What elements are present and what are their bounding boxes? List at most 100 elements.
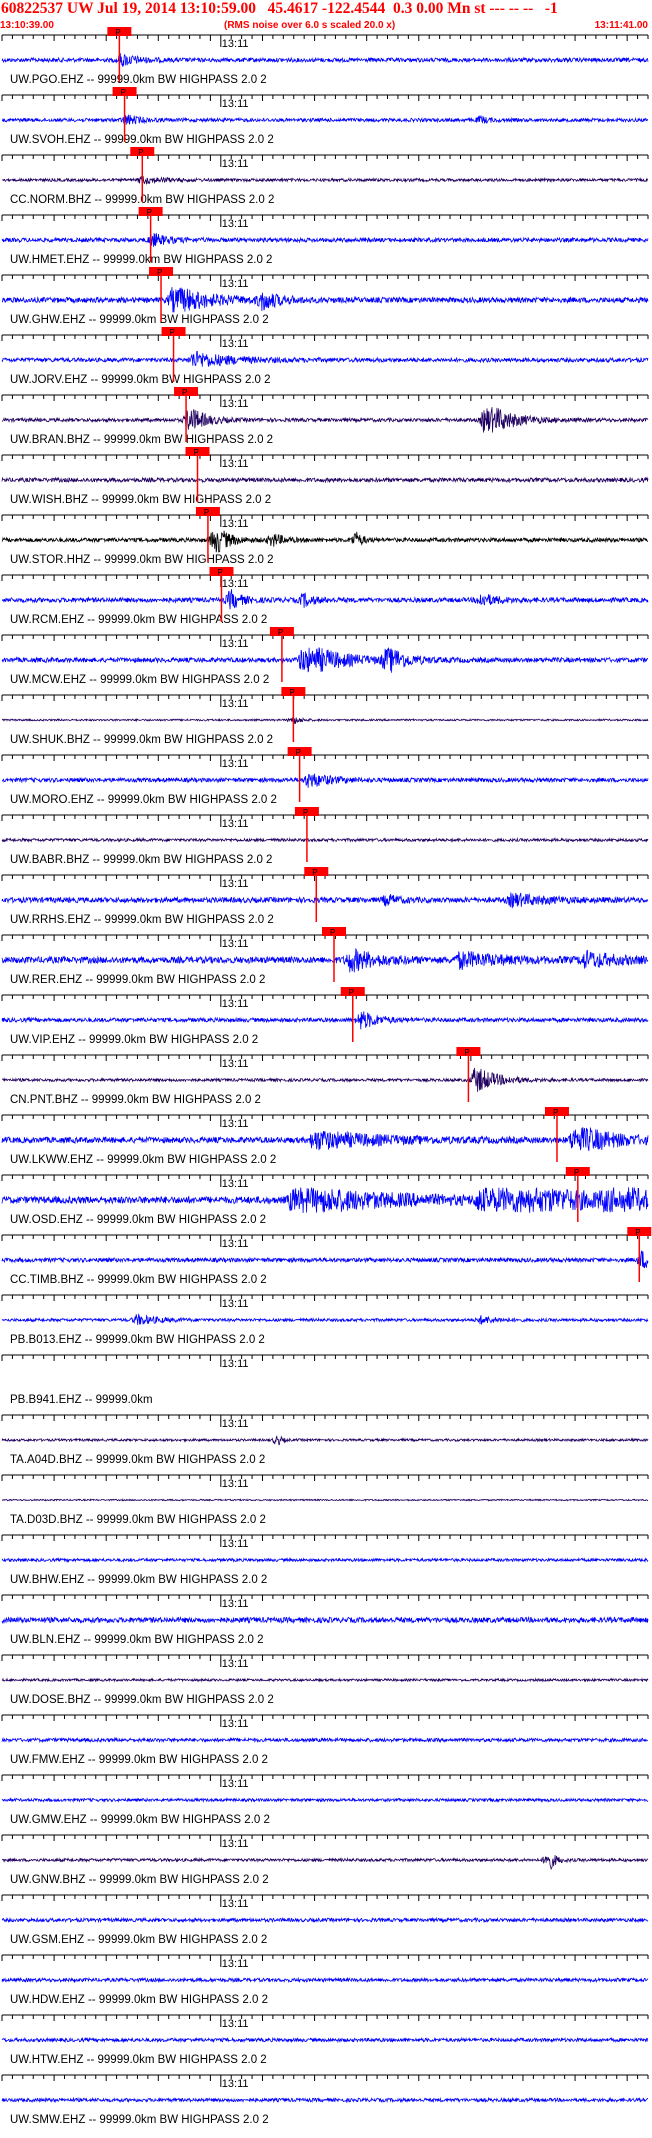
- minute-tick-label: 13:11: [222, 1418, 249, 1430]
- waveform-trace: [1, 2096, 649, 2104]
- pick-label: P: [349, 988, 354, 997]
- pick-label: P: [170, 328, 175, 337]
- pick-label: P: [574, 1168, 579, 1177]
- pick-label: P: [115, 28, 120, 37]
- minute-tick-label: 13:11: [222, 278, 249, 290]
- channel-label: UW.WISH.BHZ -- 99999.0km BW HIGHPASS 2.0…: [10, 494, 271, 506]
- minute-tick-label: 13:11: [222, 1238, 249, 1250]
- seismogram-plot: 13:11 UW.PGO.EHZ -- 99999.0km BW HIGHPASS…: [1, 27, 652, 2126]
- waveform-trace: [1, 773, 649, 788]
- minute-tick-label: 13:11: [222, 98, 249, 110]
- minute-tick-label: 13:11: [222, 1658, 249, 1670]
- minute-tick-label: 13:11: [222, 1958, 249, 1970]
- minute-tick-label: 13:11: [222, 518, 249, 530]
- waveform-trace: [1, 114, 649, 125]
- minute-tick-label: 13:11: [222, 1598, 249, 1610]
- minute-tick-label: 13:11: [222, 1538, 249, 1550]
- minute-tick-label: 13:11: [222, 1058, 249, 1070]
- waveform-trace: [1, 53, 649, 67]
- pick-label: P: [182, 388, 187, 397]
- channel-label: UW.JORV.EHZ -- 99999.0km BW HIGHPASS 2.0…: [10, 374, 271, 386]
- waveform-trace: [1, 1916, 649, 1924]
- waveform-trace: [1, 1615, 649, 1625]
- pick-label: P: [303, 808, 308, 817]
- waveform-trace: [1, 2036, 649, 2044]
- minute-tick-label: 13:11: [222, 1898, 249, 1910]
- channel-label: UW.GSM.EHZ -- 99999.0km BW HIGHPASS 2.0 …: [10, 1934, 267, 1946]
- waveform-trace: [1, 175, 649, 185]
- minute-tick-label: 13:11: [222, 218, 249, 230]
- minute-tick-label: 13:11: [222, 998, 249, 1010]
- minute-tick-label: 13:11: [222, 1178, 249, 1190]
- waveform-trace: [1, 892, 649, 909]
- waveform-trace: [2, 1855, 649, 1871]
- minute-tick-label: 13:11: [222, 1478, 249, 1490]
- channel-label: UW.HTW.EHZ -- 99999.0km BW HIGHPASS 2.0 …: [10, 2054, 267, 2066]
- waveform-trace: [1, 1498, 649, 1502]
- minute-tick-label: 13:11: [222, 1358, 249, 1370]
- waveform-trace: [1, 589, 649, 610]
- waveform-trace: [1, 1187, 649, 1213]
- waveform-trace: [1, 1011, 649, 1030]
- waveform-trace: [1, 407, 649, 433]
- minute-tick-label: 13:11: [222, 1118, 249, 1130]
- channel-label: CC.TIMB.BHZ -- 99999.0km BW HIGHPASS 2.0…: [10, 1274, 267, 1286]
- channel-label: UW.RER.EHZ -- 99999.0km BW HIGHPASS 2.0 …: [10, 974, 265, 986]
- channel-label: UW.HDW.EHZ -- 99999.0km BW HIGHPASS 2.0 …: [10, 1994, 268, 2006]
- pick-label: P: [464, 1048, 469, 1057]
- pick-label: P: [553, 1108, 558, 1117]
- channel-label: UW.DOSE.BHZ -- 99999.0km BW HIGHPASS 2.0…: [10, 1694, 274, 1706]
- minute-tick-label: 13:11: [222, 2018, 249, 2030]
- pick-label: P: [278, 628, 283, 637]
- minute-tick-label: 13:11: [222, 38, 249, 50]
- minute-tick-label: 13:11: [222, 1838, 249, 1850]
- channel-label: UW.SVOH.EHZ -- 99999.0km BW HIGHPASS 2.0…: [10, 134, 274, 146]
- channel-label: UW.STOR.HHZ -- 99999.0km BW HIGHPASS 2.0…: [10, 554, 274, 566]
- minute-tick-label: 13:11: [222, 1298, 249, 1310]
- minute-tick-label: 13:11: [222, 878, 249, 890]
- channel-label: UW.BABR.BHZ -- 99999.0km BW HIGHPASS 2.0…: [10, 854, 272, 866]
- pick-label: P: [312, 868, 317, 877]
- channel-label: UW.GNW.BHZ -- 99999.0km BW HIGHPASS 2.0 …: [10, 1874, 269, 1886]
- waveform-trace: [1, 1127, 649, 1151]
- minute-tick-label: 13:11: [222, 578, 249, 590]
- minute-tick-label: 13:11: [222, 2078, 249, 2090]
- pick-label: P: [330, 928, 335, 937]
- minute-tick-label: 13:11: [222, 758, 249, 770]
- pick-label: P: [121, 88, 126, 97]
- waveform-trace: [1, 1976, 649, 1984]
- pick-label: P: [204, 508, 209, 517]
- waveform-trace: [1, 836, 649, 843]
- waveform-trace: [1, 530, 649, 553]
- channel-label: TA.D03D.BHZ -- 99999.0km BW HIGHPASS 2.0…: [10, 1514, 266, 1526]
- pick-label: P: [217, 568, 222, 577]
- waveform-trace: [1, 1312, 649, 1325]
- channel-label: CN.PNT.BHZ -- 99999.0km BW HIGHPASS 2.0 …: [10, 1094, 261, 1106]
- channel-label: UW.HMET.EHZ -- 99999.0km BW HIGHPASS 2.0…: [10, 254, 272, 266]
- waveform-trace: [1, 350, 649, 367]
- pick-label: P: [635, 1228, 640, 1237]
- waveform-trace: [1, 1250, 649, 1269]
- channel-label: UW.OSD.EHZ -- 99999.0km BW HIGHPASS 2.0 …: [10, 1214, 266, 1226]
- minute-tick-label: 13:11: [222, 818, 249, 830]
- waveform-trace: [1, 1435, 649, 1446]
- minute-tick-label: 13:11: [222, 938, 249, 950]
- channel-label: UW.GMW.EHZ -- 99999.0km BW HIGHPASS 2.0 …: [10, 1814, 270, 1826]
- channel-label: UW.LKWW.EHZ -- 99999.0km BW HIGHPASS 2.0…: [10, 1154, 276, 1166]
- channel-label: UW.VIP.EHZ -- 99999.0km BW HIGHPASS 2.0 …: [10, 1034, 258, 1046]
- waveform-trace: [1, 1067, 649, 1092]
- channel-label: UW.FMW.EHZ -- 99999.0km BW HIGHPASS 2.0 …: [10, 1754, 268, 1766]
- channel-label: TA.A04D.BHZ -- 99999.0km BW HIGHPASS 2.0…: [10, 1454, 265, 1466]
- minute-tick-label: 13:11: [222, 1778, 249, 1790]
- waveform-trace: [1, 1736, 649, 1744]
- waveform-trace: [1, 1677, 649, 1683]
- waveform-trace: [1, 287, 649, 313]
- channel-label: UW.BRAN.BHZ -- 99999.0km BW HIGHPASS 2.0…: [10, 434, 273, 446]
- waveform-trace: [1, 476, 649, 484]
- minute-tick-label: 13:11: [222, 458, 249, 470]
- pick-label: P: [138, 148, 143, 157]
- pick-label: P: [296, 748, 301, 757]
- channel-label: UW.MCW.EHZ -- 99999.0km BW HIGHPASS 2.0 …: [10, 674, 269, 686]
- waveform-trace: [1, 1557, 649, 1563]
- waveform-trace: [1, 717, 649, 725]
